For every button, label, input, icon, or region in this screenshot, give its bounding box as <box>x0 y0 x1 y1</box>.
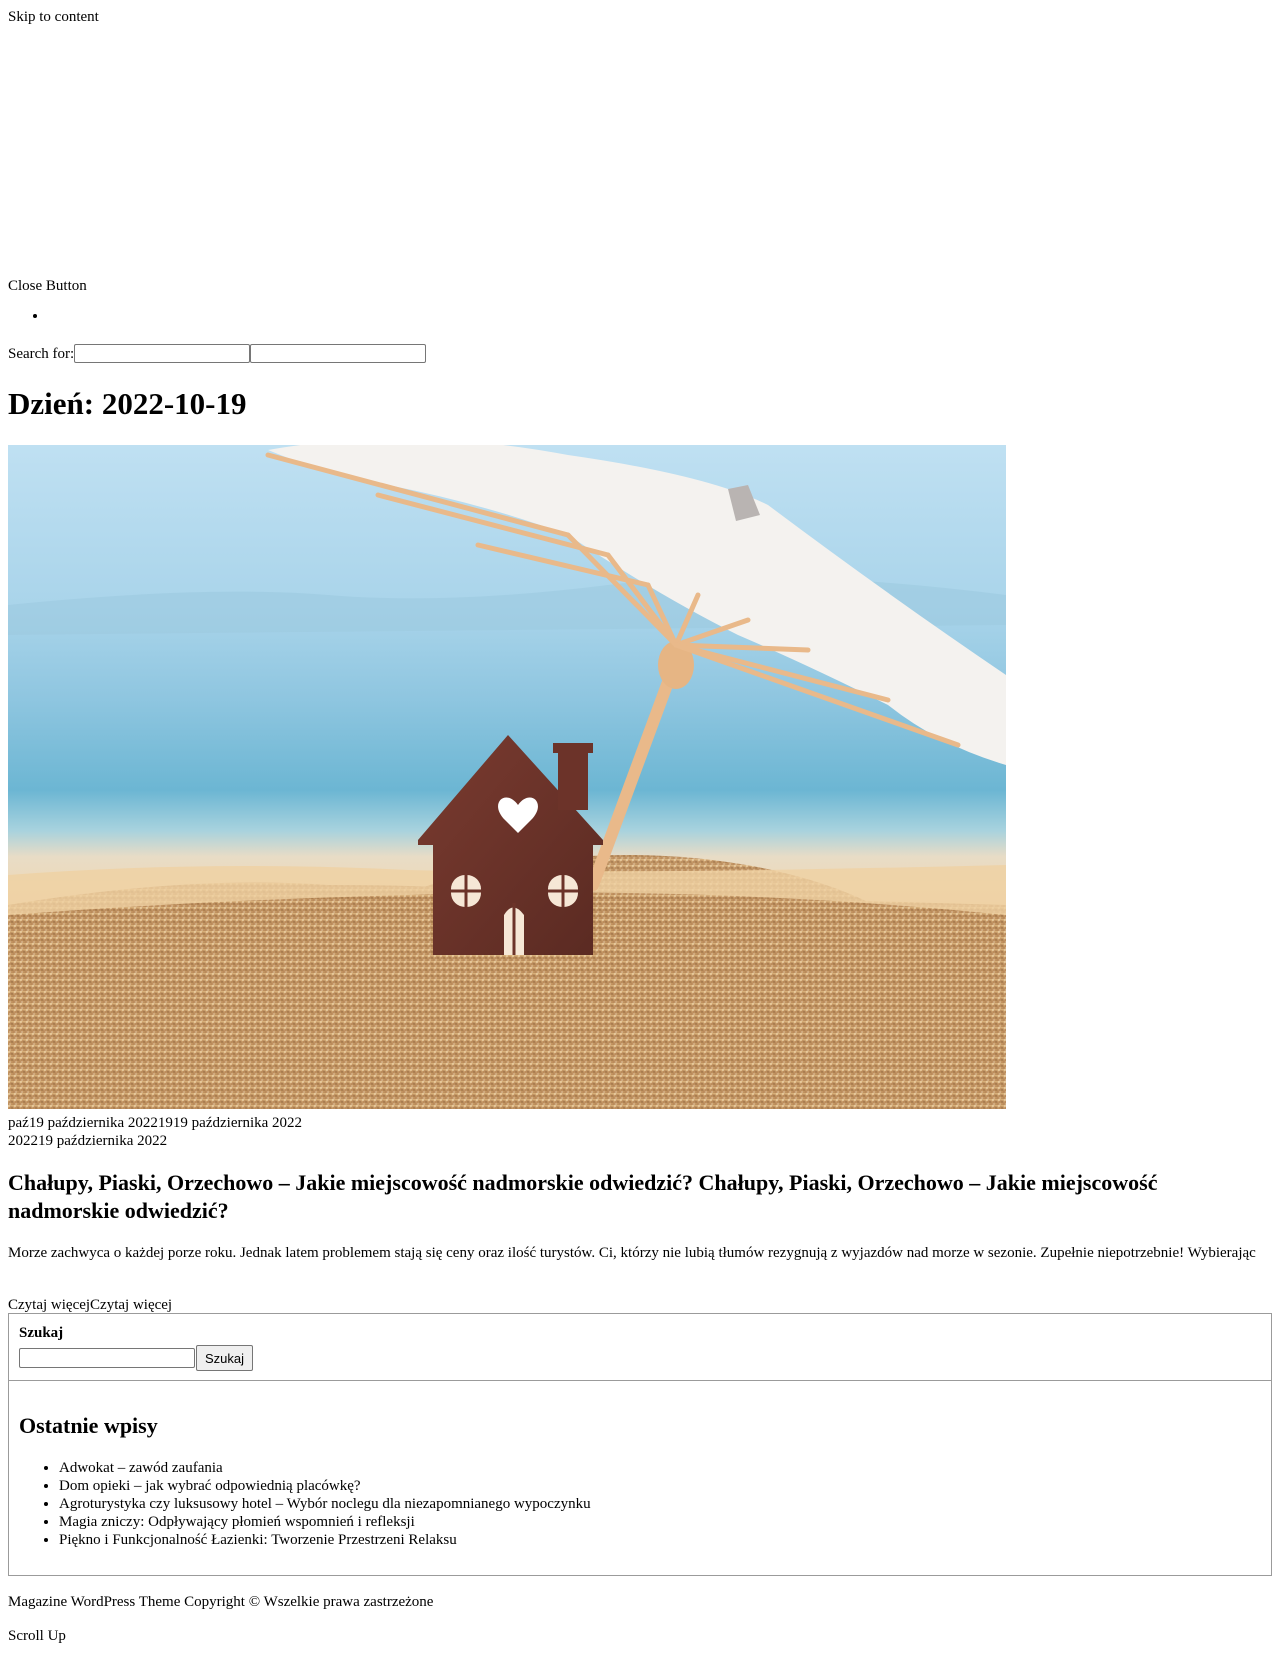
post-date-meta-secondary: 202219 października 2022 <box>8 1133 168 1149</box>
recent-post-item[interactable]: Dom opieki – jak wybrać odpowiednią plac… <box>59 1477 1261 1495</box>
search-widget-button[interactable]: Szukaj <box>196 1345 254 1371</box>
search-form: Search for: <box>8 344 427 363</box>
recent-post-link[interactable]: Dom opieki – jak wybrać odpowiednią plac… <box>59 1478 361 1494</box>
search-widget-input[interactable] <box>19 1348 195 1368</box>
recent-post-item[interactable]: Magia zniczy: Odpływający płomień wspomn… <box>59 1513 1261 1531</box>
page-title: Dzień: 2022-10-19 <box>8 386 247 421</box>
recent-posts-list: Adwokat – zawód zaufania Dom opieki – ja… <box>19 1459 1261 1549</box>
recent-post-link[interactable]: Piękno i Funkcjonalność Łazienki: Tworze… <box>59 1532 457 1548</box>
read-more-link[interactable]: Czytaj więcejCzytaj więcej <box>8 1296 172 1314</box>
recent-post-link[interactable]: Agroturystyka czy luksusowy hotel – Wybó… <box>59 1496 591 1512</box>
search-label: Search for: <box>8 345 75 362</box>
beach-house-umbrella-photo <box>8 445 1006 1109</box>
recent-post-item[interactable]: Adwokat – zawód zaufania <box>59 1459 1261 1477</box>
post-featured-image[interactable] <box>8 445 1006 1109</box>
search-widget-label: Szukaj <box>19 1325 64 1341</box>
scroll-up-link[interactable]: Scroll Up <box>8 1627 66 1645</box>
recent-post-link[interactable]: Adwokat – zawód zaufania <box>59 1460 223 1476</box>
recent-post-item[interactable]: Agroturystyka czy luksusowy hotel – Wybó… <box>59 1495 1261 1513</box>
search-widget: Szukaj Szukaj <box>8 1313 1272 1381</box>
close-button[interactable]: Close Button <box>8 277 87 295</box>
footer-copyright: Magazine WordPress Theme Copyright © Wsz… <box>8 1594 434 1610</box>
recent-posts-title: Ostatnie wpisy <box>19 1413 158 1438</box>
menu-list <box>8 307 48 325</box>
sidebar: Szukaj Szukaj Ostatnie wpisy Adwokat – z… <box>8 1313 1272 1576</box>
search-submit[interactable] <box>250 344 427 363</box>
skip-to-content-link[interactable]: Skip to content <box>8 8 99 26</box>
recent-post-link[interactable]: Magia zniczy: Odpływający płomień wspomn… <box>59 1514 415 1530</box>
recent-post-item[interactable]: Piękno i Funkcjonalność Łazienki: Tworze… <box>59 1531 1261 1549</box>
post-excerpt: Morze zachwyca o każdej porze roku. Jedn… <box>8 1245 1256 1261</box>
post-date-meta[interactable]: paź19 października 20221919 października… <box>8 1114 302 1132</box>
recent-posts-widget: Ostatnie wpisy Adwokat – zawód zaufania … <box>8 1381 1272 1576</box>
search-widget-row: Szukaj <box>19 1345 1261 1371</box>
search-input[interactable] <box>74 344 251 363</box>
post-title-link[interactable]: Chałupy, Piaski, Orzechowo – Jakie miejs… <box>8 1169 1272 1224</box>
